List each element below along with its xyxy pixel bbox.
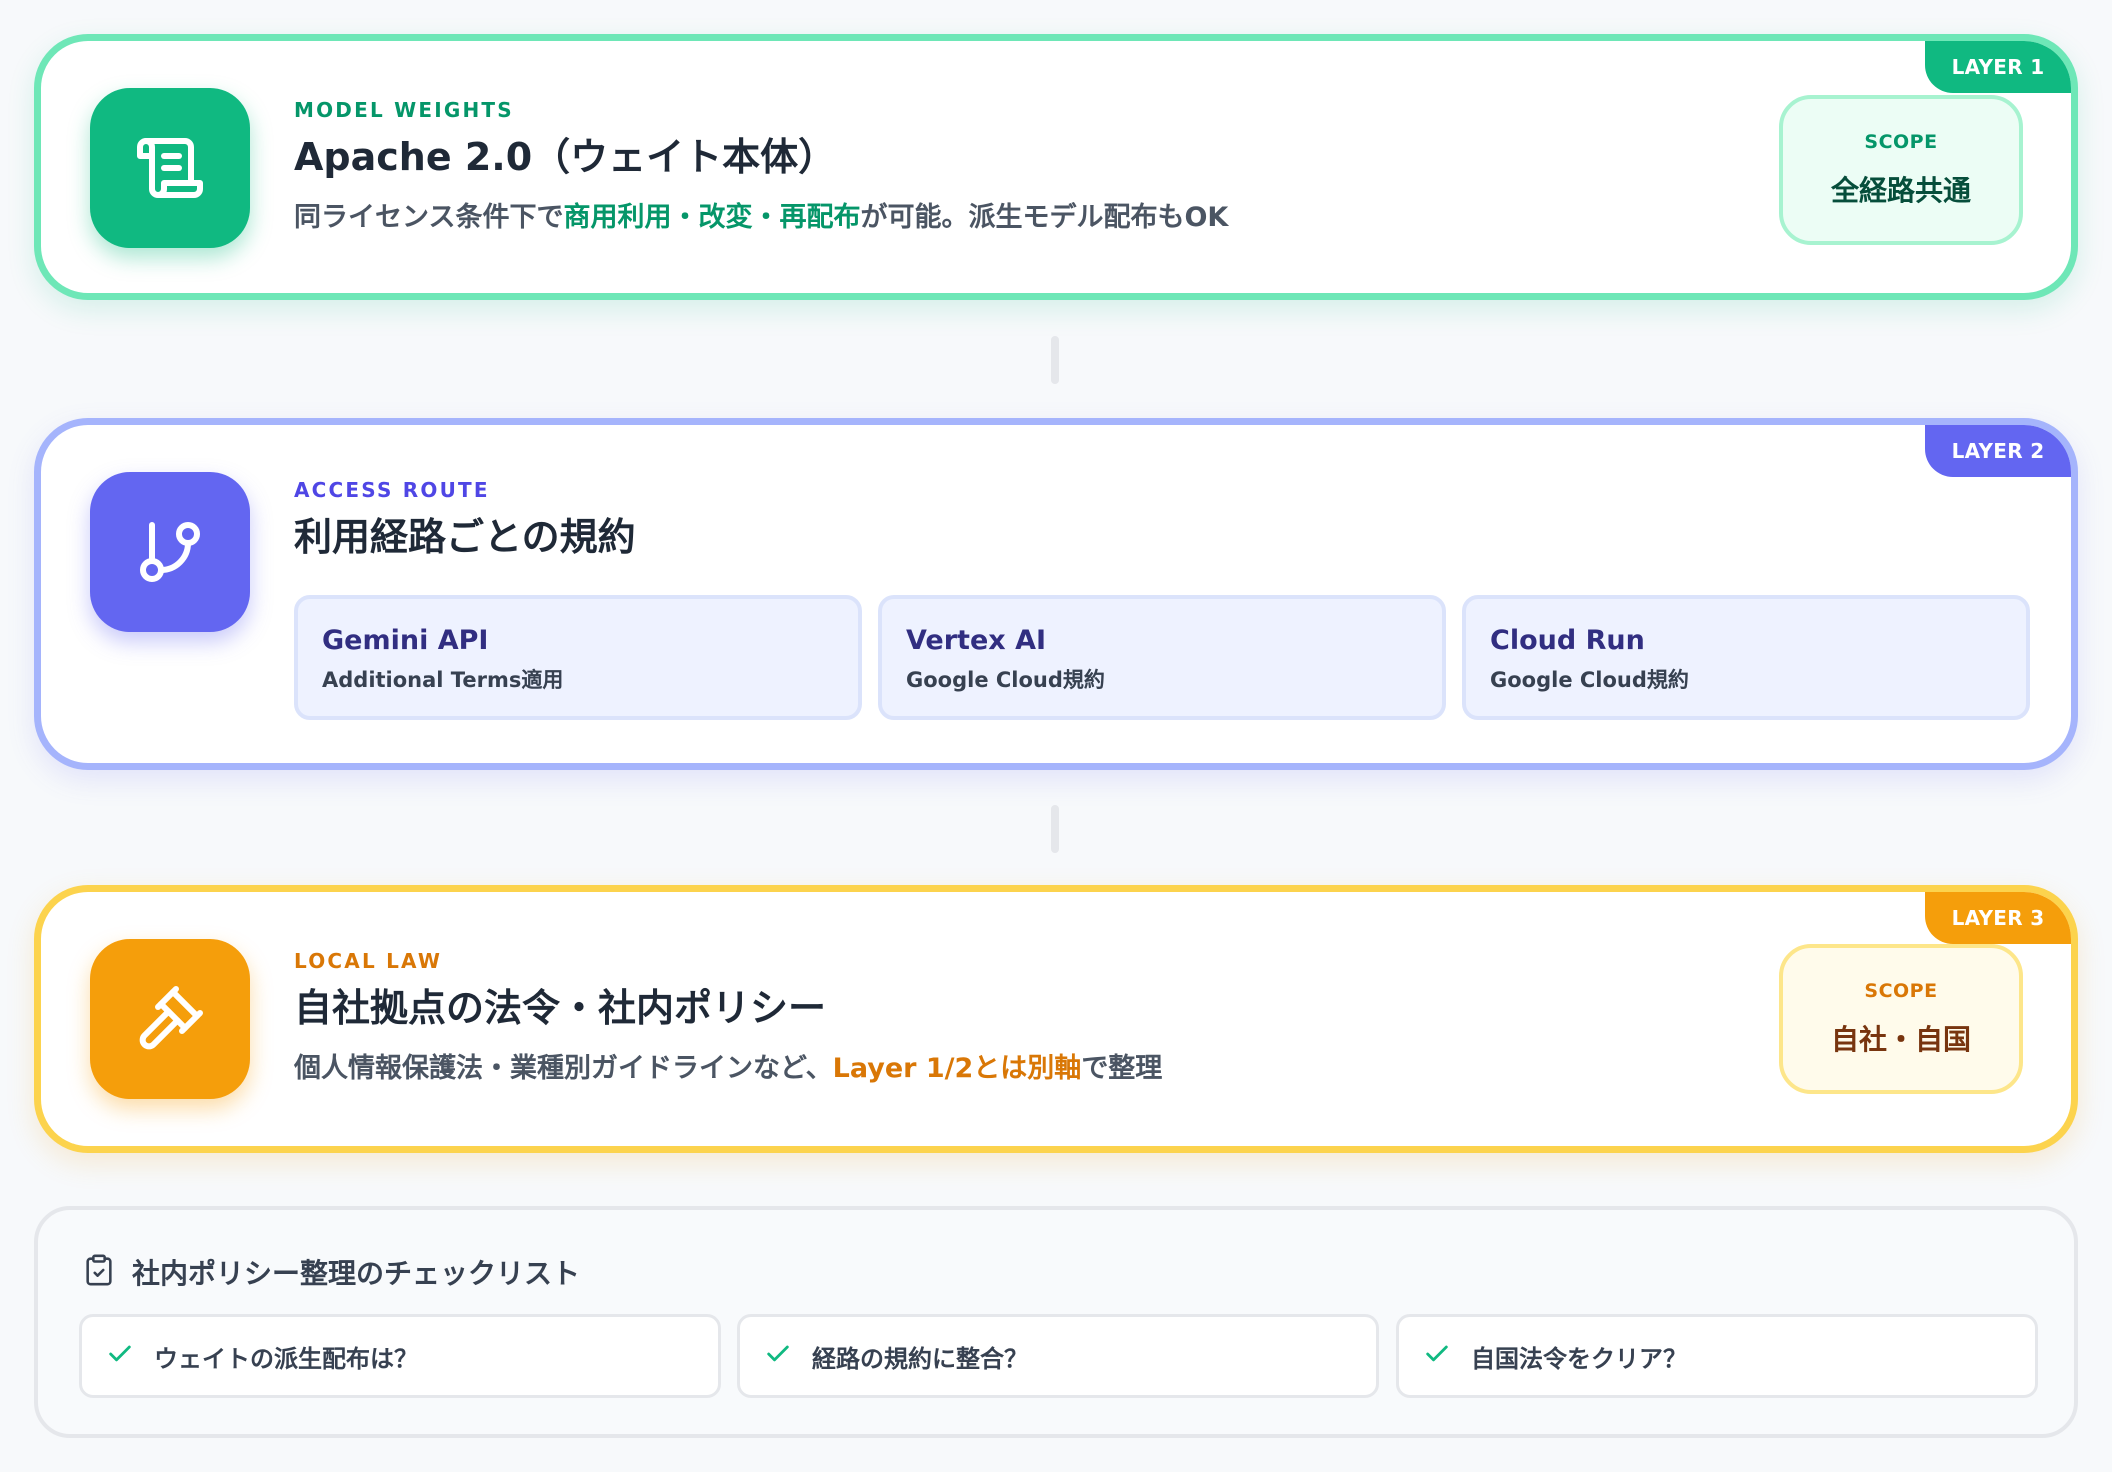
layer-1-title: Apache 2.0（ウェイト本体） (294, 135, 837, 179)
layer-3-description: 個人情報保護法・業種別ガイドラインなど、Layer 1/2とは別軸で整理 (294, 1050, 1162, 1088)
route-card-cloud-run: Cloud Run Google Cloud規約 (1462, 595, 2030, 720)
layer-1-scope-badge: SCOPE 全経路共通 (1779, 95, 2023, 245)
checklist-item: 自国法令をクリア？ (1396, 1314, 2038, 1398)
layer-3-desc-highlight: Layer 1/2とは別軸 (832, 1053, 1082, 1084)
scroll-icon (90, 88, 250, 248)
layer-3-scope-badge: SCOPE 自社・自国 (1779, 944, 2023, 1094)
check-icon (106, 1340, 134, 1372)
layer-1-description: 同ライセンス条件下で商用利用・改変・再配布が可能。派生モデル配布もOK (294, 199, 1228, 237)
layer-1-desc-highlight: 商用利用・改変・再配布 (563, 202, 861, 233)
route-name: Vertex AI (906, 625, 1047, 656)
scope-value: 全経路共通 (1830, 174, 1971, 207)
checklist-item: ウェイトの派生配布は？ (79, 1314, 721, 1398)
clipboard-check-icon (82, 1251, 116, 1293)
route-name: Cloud Run (1490, 625, 1645, 656)
checklist-header: 社内ポリシー整理のチェックリスト (82, 1252, 580, 1292)
checklist-title: 社内ポリシー整理のチェックリスト (132, 1257, 581, 1290)
checklist-item-text: 自国法令をクリア？ (1471, 1344, 1687, 1373)
git-branch-icon (90, 472, 250, 632)
layer-3-desc-post: で整理 (1081, 1053, 1163, 1084)
layer-1-content: MODEL WEIGHTS Apache 2.0（ウェイト本体） 同ライセンス条… (294, 97, 1228, 237)
layer-2-eyebrow: ACCESS ROUTE (294, 478, 490, 502)
layer-3-card: LAYER 3 LOCAL LAW 自社拠点の法令・社内ポリシー 個人情報保護法… (34, 885, 2078, 1153)
layer-1-desc-pre: 同ライセンス条件下で (294, 202, 564, 233)
gavel-icon (90, 939, 250, 1099)
policy-checklist: 社内ポリシー整理のチェックリスト ウェイトの派生配布は？ 経路の規約に整合？ 自… (34, 1206, 2078, 1438)
scope-label: SCOPE (1864, 980, 1938, 1002)
connector-2-3 (1051, 805, 1059, 853)
scope-label: SCOPE (1864, 131, 1938, 153)
checklist-item-text: 経路の規約に整合？ (812, 1344, 1028, 1373)
check-icon (1423, 1340, 1451, 1372)
route-card-vertex-ai: Vertex AI Google Cloud規約 (878, 595, 1446, 720)
check-icon (764, 1340, 792, 1372)
layer-2-content: ACCESS ROUTE 利用経路ごとの規約 (294, 477, 636, 561)
layer-2-title: 利用経路ごとの規約 (294, 515, 636, 559)
layer-2-card: LAYER 2 ACCESS ROUTE 利用経路ごとの規約 Gemini AP… (34, 418, 2078, 770)
layer-1-tag: LAYER 1 (1925, 41, 2071, 93)
connector-1-2 (1051, 336, 1059, 384)
route-card-gemini-api: Gemini API Additional Terms適用 (294, 595, 862, 720)
route-name: Gemini API (322, 625, 489, 656)
layer-3-tag: LAYER 3 (1925, 892, 2071, 944)
layer-3-desc-pre: 個人情報保護法・業種別ガイドラインなど、 (294, 1053, 833, 1084)
scope-value: 自社・自国 (1830, 1023, 1971, 1056)
route-terms: Google Cloud規約 (1490, 668, 1689, 692)
route-terms: Google Cloud規約 (906, 668, 1105, 692)
layer-3-content: LOCAL LAW 自社拠点の法令・社内ポリシー 個人情報保護法・業種別ガイドラ… (294, 948, 1162, 1088)
route-terms: Additional Terms適用 (322, 668, 564, 692)
layer-3-eyebrow: LOCAL LAW (294, 949, 443, 973)
route-list: Gemini API Additional Terms適用 Vertex AI … (294, 595, 2039, 720)
layer-2-tag: LAYER 2 (1925, 425, 2071, 477)
layer-1-card: LAYER 1 MODEL WEIGHTS Apache 2.0（ウェイト本体）… (34, 34, 2078, 300)
checklist-item-text: ウェイトの派生配布は？ (154, 1344, 418, 1373)
layer-1-desc-post: が可能。派生モデル配布もOK (860, 202, 1229, 233)
layer-1-eyebrow: MODEL WEIGHTS (294, 98, 514, 122)
checklist-item: 経路の規約に整合？ (737, 1314, 1379, 1398)
layer-3-title: 自社拠点の法令・社内ポリシー (294, 986, 827, 1030)
